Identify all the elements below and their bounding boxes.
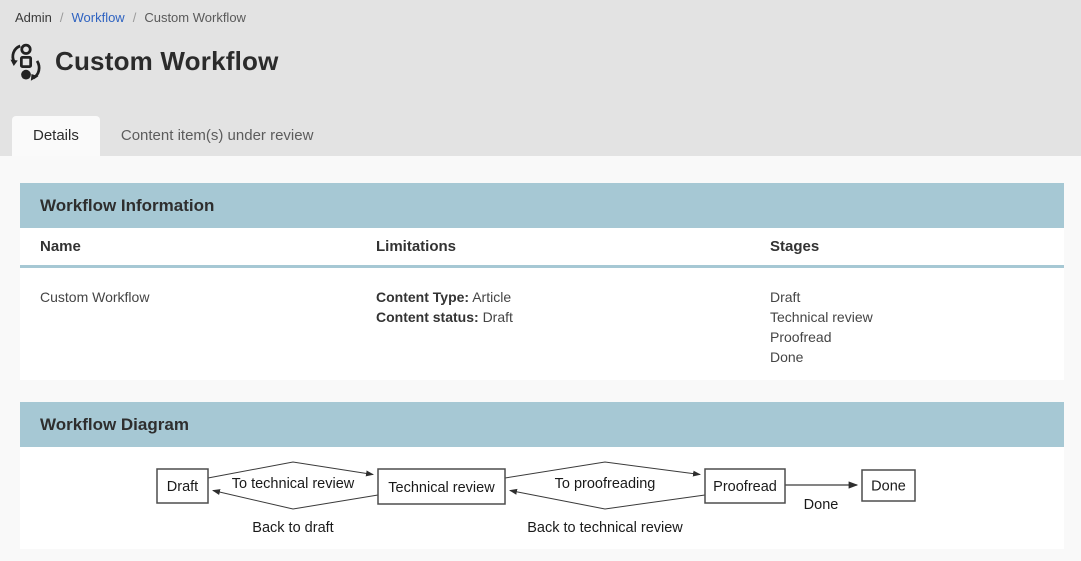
workflow-name: Custom Workflow bbox=[40, 287, 376, 307]
diagram-node-done: Done bbox=[862, 470, 915, 501]
diagram-node-draft: Draft bbox=[157, 469, 208, 503]
limitation-label: Content Type: bbox=[376, 289, 469, 305]
tab-details[interactable]: Details bbox=[12, 116, 100, 156]
edge-back-to-technical-review bbox=[510, 491, 705, 510]
main-content: Workflow Information Name Limitations St… bbox=[0, 156, 1081, 549]
diagram-node-label: Done bbox=[871, 479, 906, 495]
breadcrumb-current: Custom Workflow bbox=[144, 10, 246, 25]
breadcrumb: Admin / Workflow / Custom Workflow bbox=[0, 0, 1081, 25]
workflow-diagram-header: Workflow Diagram bbox=[20, 402, 1064, 447]
diagram-node-label: Proofread bbox=[713, 479, 777, 495]
workflow-diagram-svg: Draft Technical review Proofread Done To… bbox=[20, 447, 1064, 549]
cell-name: Custom Workflow bbox=[40, 287, 376, 367]
breadcrumb-separator: / bbox=[133, 10, 137, 25]
column-header-name: Name bbox=[40, 238, 376, 255]
limitation-value: Article bbox=[472, 289, 511, 305]
breadcrumb-workflow-link[interactable]: Workflow bbox=[71, 10, 124, 25]
table-header-row: Name Limitations Stages bbox=[20, 228, 1064, 268]
workflow-information-header: Workflow Information bbox=[20, 183, 1064, 228]
tab-bar: Details Content item(s) under review bbox=[12, 116, 334, 156]
page-header: Admin / Workflow / Custom Workflow Custo… bbox=[0, 0, 1081, 156]
breadcrumb-separator: / bbox=[60, 10, 64, 25]
column-header-stages: Stages bbox=[770, 238, 1044, 255]
diagram-node-label: Draft bbox=[167, 479, 198, 495]
page-title: Custom Workflow bbox=[55, 46, 279, 77]
limitation-content-type: Content Type: Article bbox=[376, 287, 770, 307]
diagram-node-technical-review: Technical review bbox=[378, 469, 505, 504]
transition-label-back-to-draft: Back to draft bbox=[252, 520, 333, 536]
workflow-information-panel: Workflow Information Name Limitations St… bbox=[20, 183, 1064, 380]
stage-item: Draft bbox=[770, 287, 1044, 307]
cell-limitations: Content Type: Article Content status: Dr… bbox=[376, 287, 770, 367]
transition-label-to-proofreading: To proofreading bbox=[555, 476, 656, 492]
breadcrumb-admin[interactable]: Admin bbox=[15, 10, 52, 25]
workflow-diagram-panel: Workflow Diagram Draft bbox=[20, 402, 1064, 549]
stage-item: Technical review bbox=[770, 307, 1044, 327]
table-row: Custom Workflow Content Type: Article Co… bbox=[20, 268, 1064, 380]
title-row: Custom Workflow bbox=[0, 25, 1081, 81]
stage-item: Done bbox=[770, 347, 1044, 367]
limitation-content-status: Content status: Draft bbox=[376, 307, 770, 327]
transition-label-back-to-technical-review: Back to technical review bbox=[527, 520, 683, 536]
workflow-diagram-canvas: Draft Technical review Proofread Done To… bbox=[20, 447, 1064, 549]
transition-label-done: Done bbox=[804, 497, 839, 513]
limitation-value: Draft bbox=[483, 309, 513, 325]
tab-content-items-under-review[interactable]: Content item(s) under review bbox=[100, 116, 335, 156]
diagram-node-label: Technical review bbox=[388, 480, 495, 496]
limitation-label: Content status: bbox=[376, 309, 479, 325]
workflow-information-table: Name Limitations Stages Custom Workflow … bbox=[20, 228, 1064, 380]
column-header-limitations: Limitations bbox=[376, 238, 770, 255]
cell-stages: Draft Technical review Proofread Done bbox=[770, 287, 1044, 367]
transition-label-to-technical-review: To technical review bbox=[232, 476, 355, 492]
diagram-node-proofread: Proofread bbox=[705, 469, 785, 503]
edge-back-to-draft bbox=[213, 491, 378, 510]
stage-item: Proofread bbox=[770, 327, 1044, 347]
workflow-icon bbox=[8, 43, 44, 81]
